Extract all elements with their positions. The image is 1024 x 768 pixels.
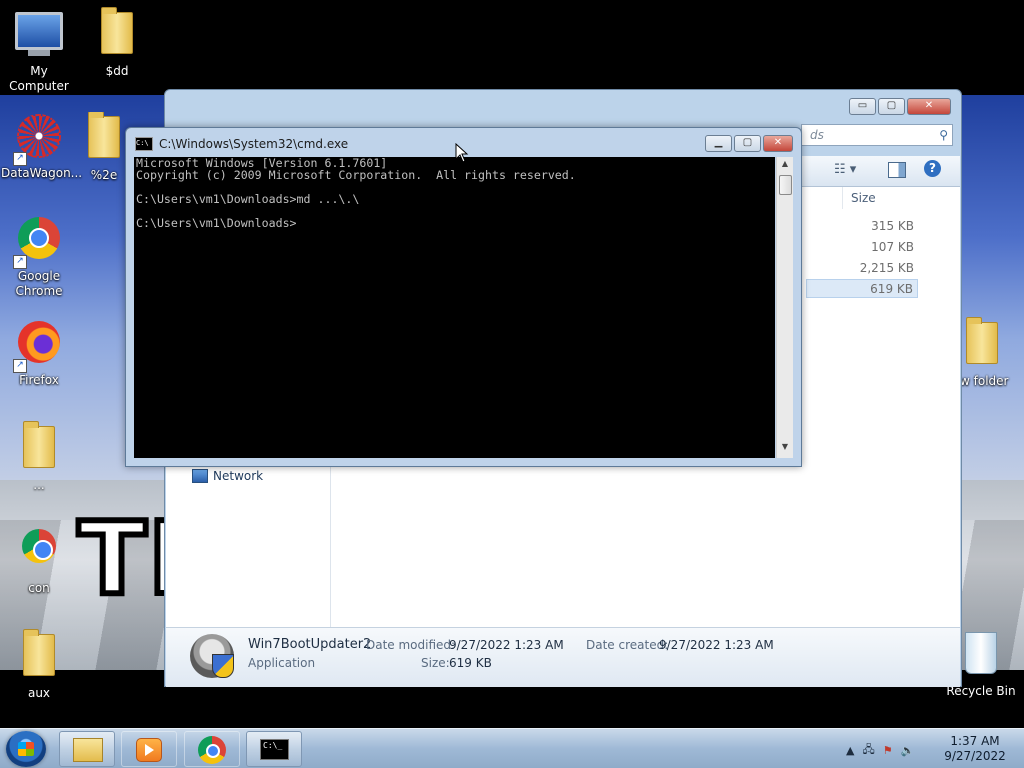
network-icon	[192, 469, 208, 483]
explorer-close-button[interactable]: ✕	[907, 98, 951, 115]
file-size-cell-selected[interactable]: 619 KB	[806, 279, 918, 298]
firefox-icon: ↗	[13, 321, 63, 373]
network-icon[interactable]: 🖧	[862, 741, 874, 760]
folder-icon	[15, 421, 63, 474]
desktop-icon-label: $dd	[105, 64, 129, 78]
folder-icon	[15, 629, 63, 682]
clock-time: 1:37 AM	[950, 734, 1000, 748]
recycle-bin-icon	[957, 632, 1005, 680]
view-options-icon[interactable]: ☷ ▾	[834, 162, 856, 177]
explorer-maximize-button[interactable]: ▢	[878, 98, 905, 115]
cmd-maximize-button[interactable]: ▢	[734, 135, 761, 152]
taskbar: C:\_ ▲ 🖧 ⚑ 🔈 1:37 AM 9/27/2022	[0, 728, 1024, 768]
start-button[interactable]	[6, 731, 46, 767]
date-modified-label: Date modified:	[366, 638, 456, 652]
taskbar-chrome-button[interactable]	[184, 731, 240, 767]
taskbar-explorer-button[interactable]	[59, 731, 115, 767]
action-center-flag-icon[interactable]: ⚑	[883, 744, 893, 757]
file-size-cell: 315 KB	[871, 219, 914, 233]
desktop-icon-label: DataWagon...	[1, 166, 83, 180]
date-modified-value: 9/27/2022 1:23 AM	[449, 638, 564, 652]
cmd-caption-buttons: ▁ ▢ ✕	[705, 135, 793, 152]
desktop-icon-dd[interactable]: $dd	[79, 7, 155, 79]
search-placeholder: ds	[810, 128, 824, 142]
explorer-minimize-button[interactable]: ▭	[849, 98, 876, 115]
cmd-icon: C:\_	[260, 739, 289, 760]
desktop-icon-con[interactable]: con	[1, 526, 77, 596]
size-column-header[interactable]: Size	[842, 187, 952, 209]
preview-pane-icon[interactable]	[888, 162, 906, 178]
chrome-doc-icon	[15, 529, 63, 577]
folder-icon	[93, 7, 141, 60]
folder-icon	[958, 317, 1006, 370]
desktop-icon-label: ...	[33, 478, 45, 492]
datawagon-icon: ↗	[13, 114, 63, 166]
taskbar-media-player-button[interactable]	[121, 731, 177, 767]
details-file-name: Win7BootUpdater2	[248, 637, 372, 652]
chrome-icon	[198, 736, 226, 764]
date-created-value: 9/27/2022 1:23 AM	[659, 638, 774, 652]
taskbar-clock[interactable]: 1:37 AM 9/27/2022	[935, 734, 1015, 764]
volume-icon[interactable]: 🔈	[901, 744, 915, 757]
desktop-icon-label: %2e	[90, 168, 118, 182]
nav-item-network[interactable]: Network	[192, 469, 263, 483]
desktop-icon-google-chrome[interactable]: ↗ Google Chrome	[1, 214, 77, 299]
desktop-icon-label: My Computer	[9, 64, 69, 93]
shortcut-arrow-icon: ↗	[13, 152, 27, 166]
help-icon[interactable]: ?	[924, 160, 941, 177]
system-tray: ▲ 🖧 ⚑ 🔈	[846, 741, 914, 760]
folder-icon	[80, 112, 128, 164]
details-pane: Win7BootUpdater2 Application Date modifi…	[166, 627, 960, 687]
cmd-close-button[interactable]: ✕	[763, 135, 793, 152]
size-label: Size:	[421, 656, 450, 670]
cmd-title: C:\Windows\System32\cmd.exe	[159, 137, 349, 151]
media-player-icon	[136, 738, 162, 762]
computer-icon	[15, 12, 63, 60]
nav-item-label: Network	[213, 469, 264, 483]
cmd-window[interactable]: C:\ C:\Windows\System32\cmd.exe ▁ ▢ ✕ Mi…	[125, 127, 802, 467]
chrome-icon: ↗	[13, 217, 63, 269]
cmd-scrollbar[interactable]: ▲ ▼	[776, 157, 793, 458]
desktop-icon-label: Firefox	[19, 373, 59, 387]
details-file-type: Application	[248, 656, 316, 670]
desktop-icon-dots[interactable]: ...	[1, 421, 77, 493]
file-size-cell: 2,215 KB	[859, 261, 914, 275]
scroll-thumb[interactable]	[779, 175, 792, 195]
cmd-console[interactable]: Microsoft Windows [Version 6.1.7601] Cop…	[134, 157, 775, 458]
size-value: 619 KB	[449, 656, 492, 670]
show-hidden-icons-icon[interactable]: ▲	[846, 744, 854, 757]
application-icon	[190, 634, 234, 678]
shortcut-arrow-icon: ↗	[13, 255, 27, 269]
date-created-label: Date created:	[586, 638, 669, 652]
cmd-minimize-button[interactable]: ▁	[705, 135, 732, 152]
cmd-icon: C:\	[135, 137, 153, 151]
desktop-icon-label: con	[28, 581, 50, 595]
file-size-cell: 107 KB	[871, 240, 914, 254]
desktop-icon-2e[interactable]: %2e	[79, 112, 129, 183]
desktop-icon-label: Google Chrome	[15, 269, 63, 298]
console-output: Microsoft Windows [Version 6.1.7601] Cop…	[136, 157, 576, 230]
cmd-titlebar[interactable]: C:\ C:\Windows\System32\cmd.exe	[135, 136, 348, 152]
desktop-icon-label: aux	[27, 686, 51, 700]
desktop-icon-firefox[interactable]: ↗ Firefox	[1, 318, 77, 388]
search-icon[interactable]: ⚲	[939, 125, 948, 145]
shortcut-arrow-icon: ↗	[13, 359, 27, 373]
desktop-icon-my-computer[interactable]: My Computer	[1, 8, 77, 94]
desktop-icon-datawagon[interactable]: ↗ DataWagon...	[1, 112, 83, 181]
folder-icon	[73, 738, 103, 762]
taskbar-cmd-button[interactable]: C:\_	[246, 731, 302, 767]
explorer-search-input[interactable]: ds ⚲	[801, 124, 953, 146]
explorer-caption-buttons: ▭ ▢ ✕	[849, 98, 951, 115]
scroll-down-icon[interactable]: ▼	[777, 442, 793, 456]
scroll-up-icon[interactable]: ▲	[777, 159, 793, 173]
desktop-icon-aux[interactable]: aux	[1, 629, 77, 701]
clock-date: 9/27/2022	[944, 749, 1006, 763]
